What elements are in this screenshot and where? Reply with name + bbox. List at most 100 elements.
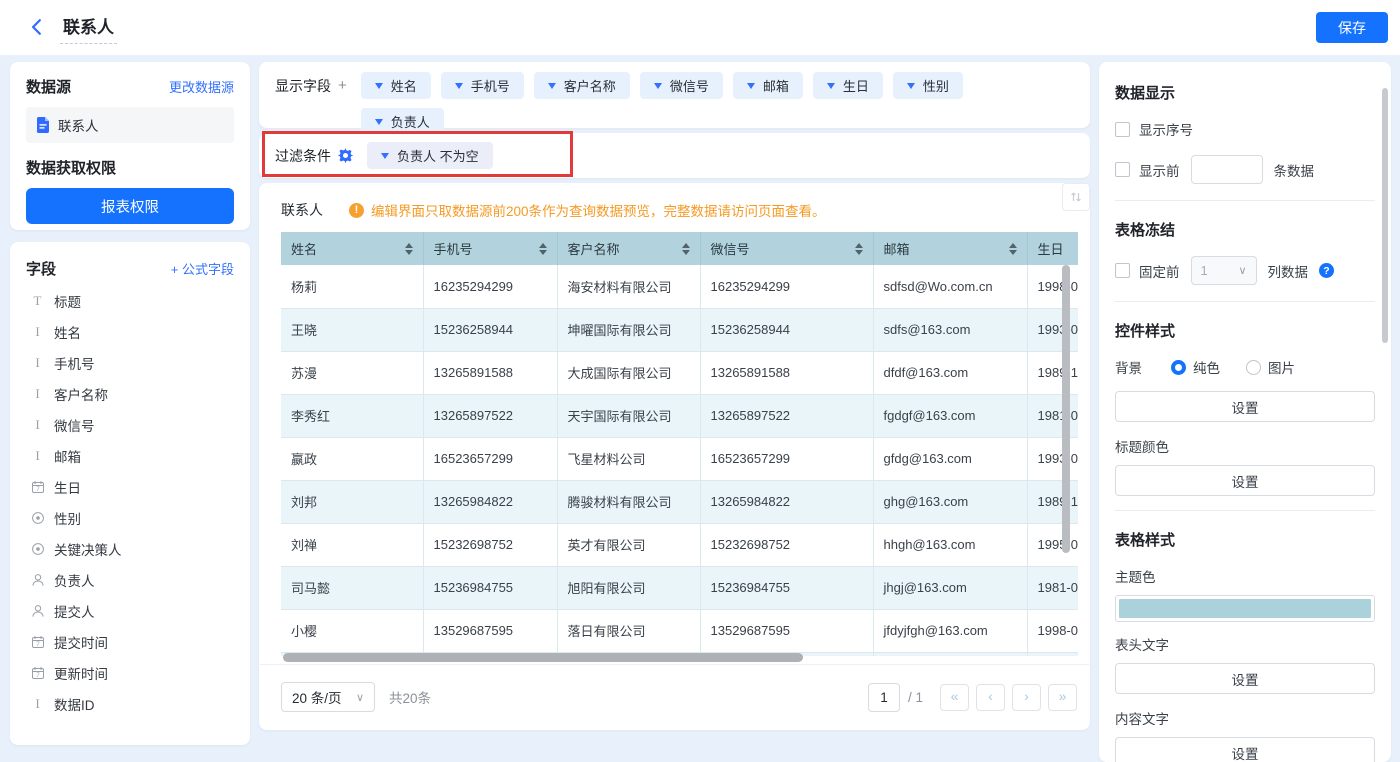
sort-arrows-icon[interactable] [404, 242, 413, 255]
content-text-set-button[interactable]: 设置 [1115, 737, 1375, 762]
field-item[interactable]: 7 提交时间 [26, 626, 234, 657]
vertical-scrollbar[interactable] [1062, 265, 1070, 553]
column-header[interactable]: 手机号 [423, 232, 558, 265]
field-item[interactable]: 性别 [26, 502, 234, 533]
field-item[interactable]: I 微信号 [26, 409, 234, 440]
filter-chip-label: 负责人 不为空 [397, 149, 479, 164]
display-fields-label: 显示字段 [275, 77, 331, 94]
table-cell: 旭阳有限公司 [557, 566, 701, 610]
first-page-button[interactable]: « [940, 683, 969, 711]
table-row[interactable]: 苏漫 13265891588 大成国际有限公司 13265891588 dfdf@163… [281, 351, 1078, 395]
column-header[interactable]: 客户名称 [557, 232, 701, 265]
solid-color-radio[interactable] [1171, 359, 1186, 375]
show-index-checkbox[interactable] [1115, 121, 1130, 137]
display-field-chip[interactable]: 邮箱 [732, 72, 803, 99]
next-page-button[interactable]: › [1012, 683, 1041, 711]
page-title[interactable]: 联系人 [60, 13, 117, 44]
column-header[interactable]: 微信号 [700, 232, 874, 265]
field-item[interactable]: I 姓名 [26, 316, 234, 347]
last-page-button[interactable]: » [1048, 683, 1077, 711]
data-table: 姓名 手机号 客户名称 微信号 邮箱 生日 杨莉 16235294299 海安材料有限公司 16… [281, 232, 1078, 656]
field-item[interactable]: I 手机号 [26, 347, 234, 378]
field-item-label: 客户名称 [54, 387, 108, 403]
filter-condition-chip[interactable]: 负责人 不为空 [367, 142, 493, 169]
chevron-down-icon [374, 82, 383, 89]
header-text-set-button[interactable]: 设置 [1115, 663, 1375, 694]
field-item[interactable]: I 邮箱 [26, 440, 234, 471]
sort-arrows-icon[interactable] [681, 242, 690, 255]
chip-label: 客户名称 [563, 79, 616, 94]
notice-text: 编辑界面只取数据源前200条作为查询数据预览，完整数据请访问页面查看。 [371, 204, 826, 219]
display-field-chip[interactable]: 生日 [812, 72, 883, 99]
add-formula-field-link[interactable]: + 公式字段 [171, 259, 234, 278]
table-row[interactable]: 刘禅 15232698752 英才有限公司 15232698752 hhgh@163.c… [281, 523, 1078, 567]
datasource-item[interactable]: 联系人 [26, 107, 234, 143]
field-item-label: 关键决策人 [54, 542, 122, 558]
page-size-select[interactable]: 20 条/页 ∨ [281, 682, 375, 712]
field-item-label: 提交时间 [54, 635, 108, 651]
settings-scrollbar[interactable] [1382, 88, 1388, 343]
field-item[interactable]: I 数据ID [26, 688, 234, 719]
save-button[interactable]: 保存 [1316, 12, 1388, 43]
freeze-checkbox[interactable] [1115, 263, 1130, 278]
table-cell: 13529687595 [700, 609, 874, 653]
display-field-chip[interactable]: 姓名 [360, 72, 431, 99]
field-item[interactable]: 7 生日 [26, 471, 234, 502]
column-header[interactable]: 生日 [1027, 232, 1078, 265]
widget-style-heading: 控件样式 [1115, 323, 1176, 340]
table-row[interactable]: 司马懿 15236984755 旭阳有限公司 15236984755 jhgj@163.… [281, 566, 1078, 610]
title-color-set-button[interactable]: 设置 [1115, 465, 1375, 496]
sort-order-button[interactable] [1062, 183, 1090, 211]
add-display-field-button[interactable]: + [338, 77, 347, 94]
page-number-input[interactable]: 1 [867, 682, 900, 712]
chips-row-2: 负责人 [360, 108, 963, 135]
sort-arrows-icon[interactable] [1008, 242, 1017, 255]
show-first-checkbox[interactable] [1115, 162, 1130, 177]
horizontal-scrollbar[interactable] [283, 653, 803, 662]
field-item[interactable]: 提交人 [26, 595, 234, 626]
freeze-count-select[interactable]: 1 ∨ [1190, 256, 1257, 285]
column-header[interactable]: 姓名 [281, 232, 424, 265]
report-permission-button[interactable]: 报表权限 [26, 188, 234, 224]
divider [1115, 200, 1375, 201]
help-icon[interactable]: ? [1319, 263, 1334, 278]
back-icon[interactable] [28, 18, 46, 36]
prev-page-button[interactable]: ‹ [976, 683, 1005, 711]
display-field-chip[interactable]: 负责人 [360, 108, 444, 135]
column-header[interactable]: 邮箱 [873, 232, 1028, 265]
field-item[interactable]: I 客户名称 [26, 378, 234, 409]
table-row[interactable]: 李秀红 13265897522 天宇国际有限公司 13265897522 fgdgf@1… [281, 394, 1078, 438]
change-datasource-link[interactable]: 更改数据源 [169, 77, 234, 96]
show-first-count-input[interactable] [1190, 155, 1263, 184]
table-cell: 英才有限公司 [557, 523, 701, 567]
field-item[interactable]: 负责人 [26, 564, 234, 595]
display-field-chip[interactable]: 微信号 [639, 72, 723, 99]
sort-arrows-icon[interactable] [538, 242, 547, 255]
table-row[interactable]: 嬴政 16523657299 飞星材料公司 16523657299 gfdg@163.c… [281, 437, 1078, 481]
image-radio[interactable] [1246, 359, 1261, 375]
table-row[interactable]: 刘邦 13265984822 腾骏材料有限公司 13265984822 ghg@163.… [281, 480, 1078, 524]
field-item[interactable]: T 标题 [26, 285, 234, 316]
chevron-down-icon [547, 82, 556, 89]
chip-label: 手机号 [470, 79, 510, 94]
table-row[interactable]: 小樱 13529687595 落日有限公司 13529687595 jfdyjfgh@1… [281, 609, 1078, 653]
chevron-down-icon [826, 82, 835, 89]
field-item[interactable]: 7 更新时间 [26, 657, 234, 688]
chevron-down-icon [653, 82, 662, 89]
column-label: 客户名称 [567, 242, 620, 257]
sort-arrows-icon[interactable] [854, 242, 863, 255]
gear-icon[interactable] [338, 148, 353, 163]
table-cell: 刘邦 [281, 480, 424, 524]
data-display-heading: 数据显示 [1115, 85, 1176, 102]
display-field-chip[interactable]: 性别 [892, 72, 963, 99]
display-field-chip[interactable]: 客户名称 [533, 72, 630, 99]
theme-color-picker[interactable] [1115, 595, 1375, 622]
table-row[interactable]: 杨莉 16235294299 海安材料有限公司 16235294299 sdfsd@Wo… [281, 265, 1078, 309]
table-cell: 海安材料有限公司 [557, 265, 701, 309]
field-item-label: 提交人 [54, 604, 95, 620]
display-field-chip[interactable]: 手机号 [440, 72, 524, 99]
date-icon: 7 [30, 479, 45, 494]
field-item[interactable]: 关键决策人 [26, 533, 234, 564]
table-row[interactable]: 王晓 15236258944 坤曜国际有限公司 15236258944 sdfs@163… [281, 308, 1078, 352]
background-set-button[interactable]: 设置 [1115, 391, 1375, 422]
